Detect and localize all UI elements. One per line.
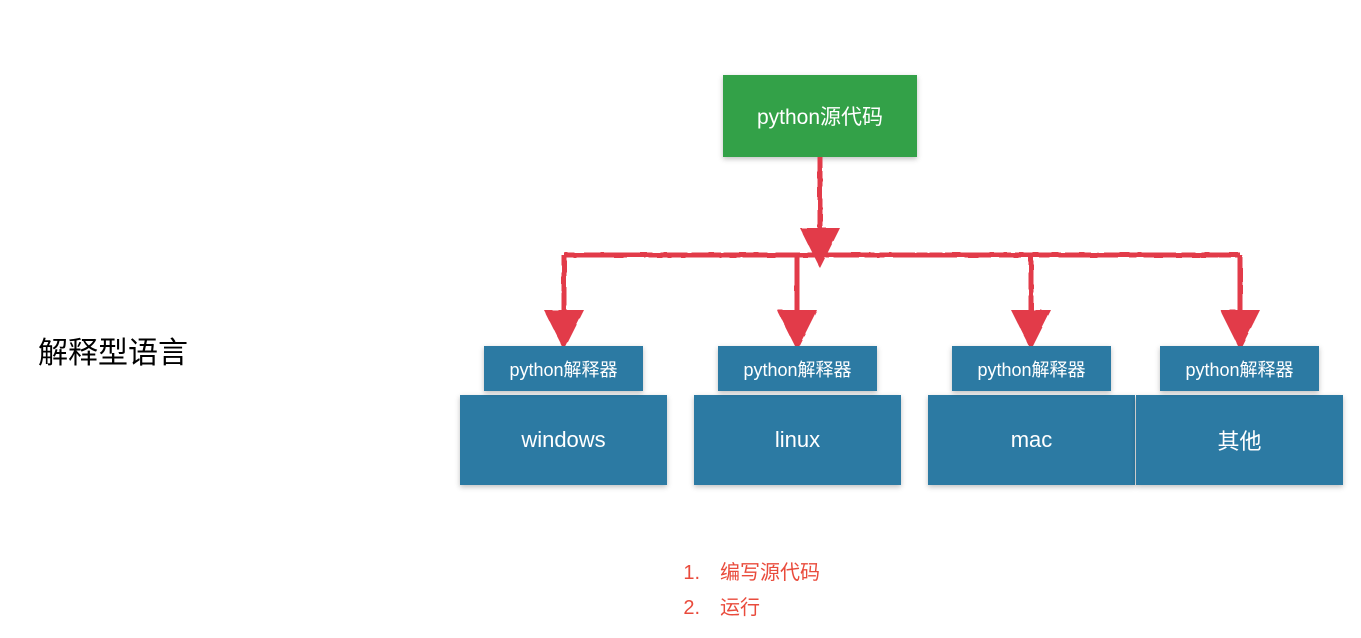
- platform-box-mac: mac: [928, 395, 1135, 485]
- diagram-title: 解释型语言: [38, 328, 188, 372]
- steps-list: 编写源代码运行: [660, 556, 820, 626]
- platform-box-windows: windows: [460, 395, 667, 485]
- platform-box-其他: 其他: [1136, 395, 1343, 485]
- interpreter-box: python解释器: [952, 346, 1111, 391]
- platform-box-linux: linux: [694, 395, 901, 485]
- interpreter-box: python解释器: [718, 346, 877, 391]
- step-item: 运行: [660, 591, 820, 626]
- step-item: 编写源代码: [660, 556, 820, 591]
- interpreter-box: python解释器: [1160, 346, 1319, 391]
- source-code-label: python源代码: [757, 101, 883, 131]
- interpreter-box: python解释器: [484, 346, 643, 391]
- arrows-svg: [0, 0, 1361, 638]
- source-code-box: python源代码: [723, 75, 917, 157]
